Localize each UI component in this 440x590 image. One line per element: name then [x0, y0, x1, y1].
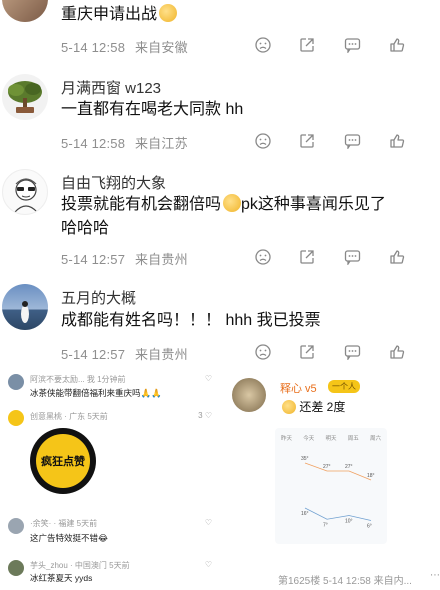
- comment-actions: [255, 131, 405, 151]
- like-count: 3: [198, 411, 203, 420]
- small-comment-text: 这广告特效挺不错😂: [30, 533, 108, 543]
- comment-text: 投票就能有机会翻倍吗: [61, 196, 222, 213]
- share-icon[interactable]: [299, 344, 315, 360]
- like-icon[interactable]: [389, 249, 405, 265]
- high-temp-label: 27°: [345, 464, 353, 470]
- avatar[interactable]: [2, 74, 48, 120]
- comment-item: 月满西窗 w123 一直都有在喝老大同款 hh 5-14 12:58 来自江苏: [0, 66, 440, 160]
- avatar[interactable]: [2, 0, 48, 22]
- post-text: 还差 2度: [299, 400, 346, 414]
- small-comment: ·余笑· · 福建 5天前 这广告特效挺不错😂 ♡: [8, 516, 218, 550]
- small-comment-name: 阿滨不要太励... 我 1分钟前: [30, 375, 126, 384]
- share-icon[interactable]: [299, 37, 315, 53]
- avatar: [8, 374, 24, 390]
- avatar: [232, 378, 266, 412]
- temperature-line: [304, 462, 372, 481]
- dislike-icon[interactable]: [255, 249, 271, 265]
- commenter-name[interactable]: 五月的大概: [61, 287, 136, 308]
- small-comment-name: 创意黑桃 · 广东 5天前: [30, 412, 108, 421]
- comment-text-line2: 哈哈哈: [61, 220, 110, 237]
- high-temp-label: 27°: [323, 464, 331, 470]
- small-comment-name: ·余笑· · 福建 5天前: [30, 519, 98, 528]
- comment-icon[interactable]: [344, 37, 361, 53]
- poster-badge: 一个人: [328, 380, 360, 393]
- dislike-icon[interactable]: [255, 37, 271, 53]
- comment-item: 自由飞翔的大象 投票就能有机会翻倍吗 pk这种事喜闻乐见了 哈哈哈 5-14 12…: [0, 160, 440, 278]
- high-temp-label: 35°: [301, 456, 309, 462]
- comment-location: 来自贵州: [134, 347, 188, 362]
- comment-text-continued: pk这种事喜闻乐见了: [241, 196, 386, 213]
- comment-time: 5-14 12:57: [61, 252, 126, 267]
- comment-actions: [255, 35, 405, 55]
- comment-icon[interactable]: [344, 344, 361, 360]
- high-temp-label: 18°: [367, 473, 375, 479]
- comment-text: 重庆申请出战: [61, 6, 158, 23]
- small-comment: 芋头_zhou · 中国澳门 5天前 冰红茶夏天 yyds ♡: [8, 558, 218, 588]
- comment-icon[interactable]: [344, 249, 361, 265]
- dislike-icon[interactable]: [255, 344, 271, 360]
- post-footer: 第1625楼 5-14 12:58 来自内...: [278, 576, 412, 587]
- comment-actions: [255, 342, 405, 362]
- commenter-name[interactable]: 自由飞翔的大象: [61, 172, 166, 193]
- temperature-line: [304, 507, 372, 521]
- low-temp-label: 10°: [345, 519, 353, 525]
- more-icon[interactable]: ⋯: [430, 570, 440, 581]
- low-temp-label: 6°: [367, 524, 372, 530]
- small-comment: 阿滨不要太励... 我 1分钟前 冰茶侠能带翻倍福利来重庆吗🙏🙏 ♡: [8, 372, 218, 404]
- commenter-name[interactable]: 月满西窗 w123: [61, 77, 161, 98]
- poster-name: 释心 v5: [280, 383, 317, 395]
- like-icon[interactable]: [389, 37, 405, 53]
- comment-text: 成都能有姓名吗！！！ hhh 我已投票: [61, 312, 321, 329]
- comment-item: 重庆申请出战 5-14 12:58 来自安徽: [0, 0, 440, 66]
- small-comment-name: 芋头_zhou · 中国澳门 5天前: [30, 561, 130, 570]
- comment-time: 5-14 12:58: [61, 40, 126, 55]
- share-icon[interactable]: [299, 249, 315, 265]
- like-icon[interactable]: [389, 344, 405, 360]
- low-temp-label: 7°: [323, 522, 328, 528]
- like-icon[interactable]: [389, 133, 405, 149]
- crazy-like-sticker: 疯狂点赞: [30, 428, 96, 494]
- like-icon: ♡: [204, 374, 212, 383]
- share-icon[interactable]: [299, 133, 315, 149]
- small-comment-text: 冰茶侠能带翻倍福利来重庆吗🙏🙏: [30, 388, 162, 398]
- comment-item: 五月的大概 成都能有姓名吗！！！ hhh 我已投票 5-14 12:57 来自贵…: [0, 278, 440, 366]
- comment-location: 来自江苏: [134, 136, 188, 151]
- avatar[interactable]: [2, 284, 48, 330]
- weather-screenshot: 昨天 今天 明天 周五 周六 35° 27° 27° 18° 16° 7° 10° 6°: [275, 428, 387, 544]
- comment-location: 来自贵州: [134, 252, 188, 267]
- small-comment: 创意黑桃 · 广东 5天前 3 ♡ 疯狂点赞: [8, 408, 218, 494]
- comment-time: 5-14 12:57: [61, 347, 126, 362]
- comment-icon[interactable]: [344, 133, 361, 149]
- thinking-emoji-icon: [223, 194, 242, 212]
- like-icon: ♡: [204, 518, 212, 527]
- low-temp-label: 16°: [301, 511, 309, 517]
- temperature-curve: 35° 27° 27° 18° 16° 7° 10° 6°: [301, 456, 375, 530]
- avatar: [8, 560, 24, 576]
- comment-text: 一直都有在喝老大同款 hh: [61, 101, 244, 118]
- embedded-weibo-post: 释心 v5 一个人 还差 2度 昨天 今天 明天 周五 周六 35° 27° 27° 18° 1…: [230, 366, 440, 590]
- comment-actions: [255, 247, 405, 267]
- embedded-comment-screenshot: 阿滨不要太励... 我 1分钟前 冰茶侠能带翻倍福利来重庆吗🙏🙏 ♡ 创意黑桃 …: [0, 366, 225, 590]
- comment-location: 来自安徽: [134, 40, 188, 55]
- sticker-text: 疯狂点赞: [41, 456, 85, 468]
- avatar: [8, 410, 24, 426]
- dislike-icon[interactable]: [255, 133, 271, 149]
- small-comment-text: 冰红茶夏天 yyds: [30, 573, 93, 583]
- comment-time: 5-14 12:58: [61, 136, 126, 151]
- avatar[interactable]: [2, 169, 48, 215]
- avatar: [8, 518, 24, 534]
- like-icon: ♡: [204, 560, 212, 569]
- emoji-icon: [159, 4, 178, 22]
- smile-emoji-icon: [282, 400, 296, 414]
